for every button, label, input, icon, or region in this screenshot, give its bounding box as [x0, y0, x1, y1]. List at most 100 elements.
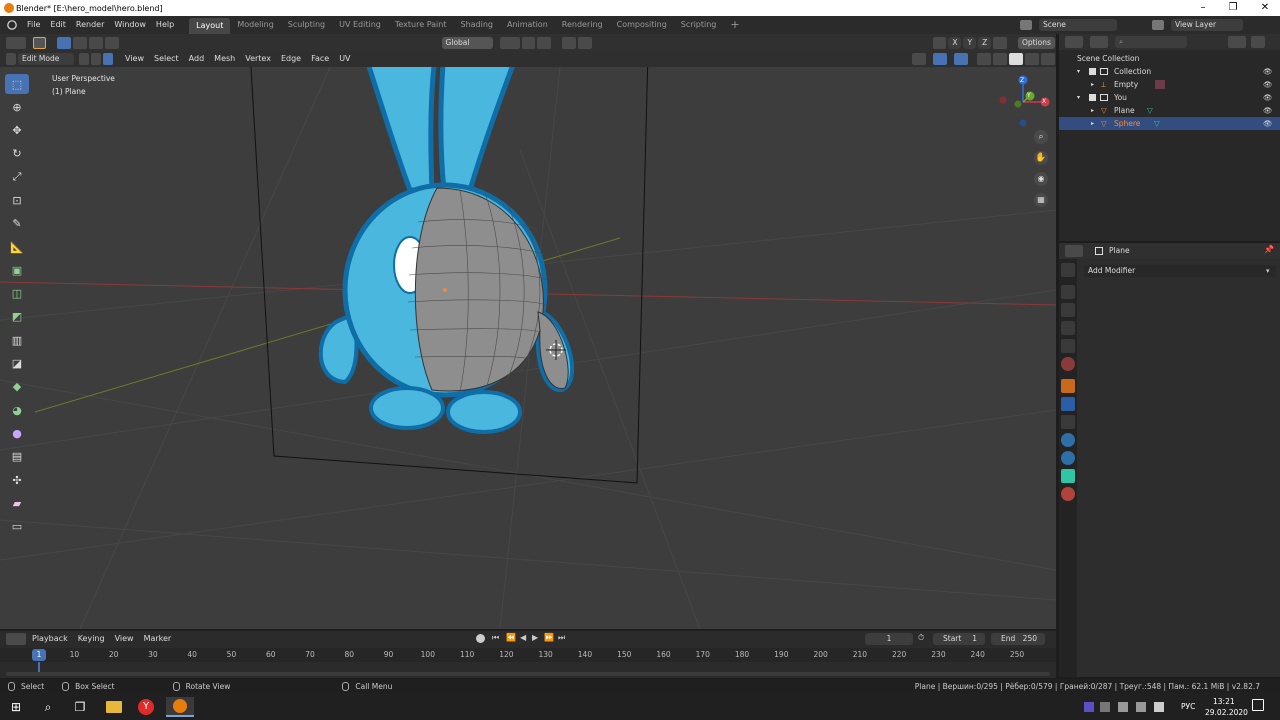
- face-select-mode-icon[interactable]: [103, 53, 113, 65]
- select-tool-icon[interactable]: [32, 36, 47, 49]
- data-tab-icon[interactable]: [1061, 469, 1075, 483]
- notifications-icon[interactable]: [1252, 699, 1264, 711]
- knife-tool-icon[interactable]: ◪: [5, 354, 29, 374]
- extrude-tool-icon[interactable]: ▣: [5, 260, 29, 280]
- tab-compositing[interactable]: Compositing: [610, 16, 674, 34]
- measure-tool-icon[interactable]: 📐: [5, 237, 29, 257]
- tab-texture-paint[interactable]: Texture Paint: [388, 16, 454, 34]
- proportional-editing-icon[interactable]: [562, 36, 576, 49]
- play-icon[interactable]: ▶: [532, 633, 538, 642]
- tray-icons[interactable]: [1084, 702, 1168, 712]
- tab-sculpting[interactable]: Sculpting: [281, 16, 332, 34]
- constraints-tab-icon[interactable]: [1061, 451, 1075, 465]
- outliner-row-plane[interactable]: ▸ ▽ Plane ▽ 👁: [1059, 104, 1280, 117]
- annotate-tool-icon[interactable]: ✎: [5, 214, 29, 234]
- timeline-menu-keying[interactable]: Keying: [73, 630, 110, 648]
- view-layer-field[interactable]: View Layer: [1171, 19, 1243, 31]
- rotate-tool-icon[interactable]: ↻: [5, 144, 29, 164]
- visibility-eye-icon[interactable]: 👁: [1263, 78, 1273, 91]
- expand-arrow-icon[interactable]: ▸: [1091, 78, 1094, 91]
- outliner-search-input[interactable]: ⌕: [1115, 36, 1187, 48]
- tab-uv-editing[interactable]: UV Editing: [332, 16, 388, 34]
- cursor-tool-icon[interactable]: ⊕: [5, 97, 29, 117]
- outliner-row-collection[interactable]: ▾ Collection 👁: [1059, 65, 1280, 78]
- blender-menu-icon[interactable]: [7, 20, 17, 30]
- add-modifier-dropdown[interactable]: Add Modifier: [1084, 265, 1276, 277]
- spin-tool-icon[interactable]: ◕: [5, 400, 29, 420]
- viewport-menu-add[interactable]: Add: [184, 50, 210, 68]
- timeline-menu-view[interactable]: View: [110, 630, 139, 648]
- shading-rendered-icon[interactable]: [1040, 53, 1055, 65]
- timeline-menu-playback[interactable]: Playback: [27, 630, 73, 648]
- tab-layout[interactable]: Layout: [189, 18, 231, 34]
- expand-arrow-icon[interactable]: ▸: [1091, 117, 1094, 130]
- outliner-row-empty[interactable]: ▸ ⟂ Empty 👁: [1059, 78, 1280, 91]
- menu-help[interactable]: Help: [151, 16, 179, 34]
- end-frame-field[interactable]: End 250: [991, 633, 1045, 645]
- checkbox-icon[interactable]: [1089, 68, 1096, 75]
- editor-type-icon[interactable]: [6, 36, 26, 49]
- checkbox-icon[interactable]: [1089, 94, 1096, 101]
- view-object-types-icon[interactable]: [911, 53, 926, 65]
- xray-toggle-icon[interactable]: [976, 53, 991, 65]
- timeline-editor-icon[interactable]: [6, 633, 26, 645]
- maximize-button[interactable]: ❐: [1218, 0, 1248, 16]
- mirror-options-icon[interactable]: [932, 36, 947, 49]
- timeline-menu-marker[interactable]: Marker: [139, 630, 177, 648]
- select-mode-invert-icon[interactable]: [104, 36, 119, 49]
- next-keyframe-icon[interactable]: ⏩: [544, 633, 554, 642]
- shrink-fatten-tool-icon[interactable]: ✣: [5, 470, 29, 490]
- tab-modeling[interactable]: Modeling: [230, 16, 280, 34]
- expand-arrow-icon[interactable]: ▾: [1077, 91, 1080, 104]
- filter-icon[interactable]: [1228, 36, 1246, 48]
- tab-scripting[interactable]: Scripting: [674, 16, 724, 34]
- menu-window[interactable]: Window: [109, 16, 151, 34]
- select-mode-new-icon[interactable]: [57, 36, 72, 49]
- visibility-eye-icon[interactable]: 👁: [1263, 104, 1273, 117]
- shear-tool-icon[interactable]: ▰: [5, 493, 29, 513]
- editor-icon[interactable]: [6, 53, 16, 65]
- outliner-editor-icon[interactable]: [1065, 36, 1083, 48]
- tab-rendering[interactable]: Rendering: [555, 16, 610, 34]
- show-overlays-icon[interactable]: [953, 53, 968, 65]
- tab-animation[interactable]: Animation: [500, 16, 555, 34]
- particles-tab-icon[interactable]: [1061, 415, 1075, 429]
- viewport-menu-uv[interactable]: UV: [334, 50, 355, 68]
- visibility-eye-icon[interactable]: 👁: [1263, 117, 1273, 130]
- playhead-frame-badge[interactable]: 1: [32, 649, 46, 661]
- clock-date[interactable]: 29.02.2020: [1205, 708, 1248, 717]
- select-box-tool-icon[interactable]: ⬚: [5, 74, 29, 94]
- file-explorer-icon[interactable]: [104, 697, 124, 717]
- prev-keyframe-icon[interactable]: ⏪: [506, 633, 516, 642]
- scene-tab-icon[interactable]: [1061, 339, 1075, 353]
- viewport-menu-vertex[interactable]: Vertex: [240, 50, 276, 68]
- material-tab-icon[interactable]: [1061, 487, 1075, 501]
- 3d-viewport[interactable]: User Perspective (1) Plane X Y Z ⌕ ✋ ◉ ▦: [0, 67, 1056, 629]
- show-gizmo-icon[interactable]: [932, 53, 947, 65]
- outliner-row-scene-collection[interactable]: Scene Collection: [1059, 52, 1280, 65]
- windows-start-icon[interactable]: ⊞: [6, 697, 26, 717]
- rip-region-tool-icon[interactable]: ▭: [5, 517, 29, 537]
- snap-icon[interactable]: [521, 36, 536, 49]
- smooth-tool-icon[interactable]: ●: [5, 423, 29, 443]
- record-icon[interactable]: [476, 634, 485, 643]
- viewport-menu-mesh[interactable]: Mesh: [209, 50, 240, 68]
- move-tool-icon[interactable]: ✥: [5, 121, 29, 141]
- clock-icon[interactable]: ⏱: [918, 633, 924, 643]
- proportional-falloff-icon[interactable]: [577, 36, 592, 49]
- options-dropdown[interactable]: Options: [1017, 36, 1055, 49]
- scene-selector-icon[interactable]: [1020, 20, 1032, 30]
- edge-slide-tool-icon[interactable]: ▤: [5, 447, 29, 467]
- jump-end-icon[interactable]: ⏭: [558, 633, 565, 643]
- language-indicator[interactable]: РУС: [1181, 702, 1195, 711]
- visibility-eye-icon[interactable]: 👁: [1263, 65, 1273, 78]
- edge-select-mode-icon[interactable]: [91, 53, 101, 65]
- pan-hand-icon[interactable]: ✋: [1034, 151, 1048, 165]
- mirror-x-toggle[interactable]: X: [948, 36, 962, 49]
- tab-shading[interactable]: Shading: [453, 16, 500, 34]
- object-tab-icon[interactable]: [1061, 379, 1075, 393]
- visibility-eye-icon[interactable]: 👁: [1263, 91, 1273, 104]
- camera-view-icon[interactable]: ◉: [1034, 172, 1048, 186]
- menu-file[interactable]: File: [22, 16, 45, 34]
- start-frame-field[interactable]: Start 1: [933, 633, 985, 645]
